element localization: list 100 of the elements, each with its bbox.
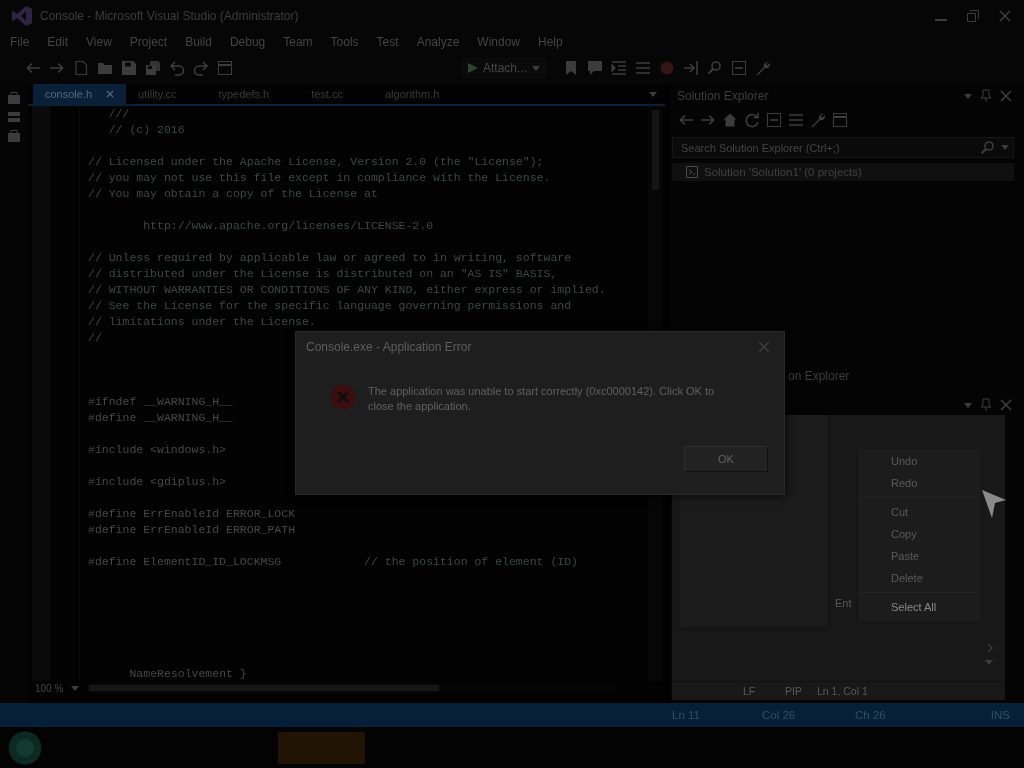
caret-icon[interactable] xyxy=(964,93,972,99)
start-orb-icon[interactable] xyxy=(8,730,42,765)
field-label: Ent xyxy=(835,597,852,609)
code-comment: http://www.apache.org/licenses/LICENSE-2.0 xyxy=(143,218,434,234)
code-comment: // See the License for the specific language governing permissions and xyxy=(88,298,572,314)
error-icon xyxy=(330,384,356,410)
close-icon[interactable] xyxy=(1000,90,1012,102)
menu-item[interactable]: Help xyxy=(538,35,563,49)
code-line: #define __WARNING_H__ xyxy=(88,410,233,426)
menu-item[interactable]: Window xyxy=(477,35,520,49)
status-text: Ln 1, Col 1 xyxy=(817,685,869,697)
search-field[interactable]: Search Solution Explorer (Ctrl+;) xyxy=(672,137,1014,158)
caret-icon[interactable] xyxy=(964,402,972,408)
forward-arrow-icon[interactable] xyxy=(50,61,64,75)
code-comment: // you may not use this file except in compliance with the License. xyxy=(88,170,551,186)
editor-tab[interactable]: test.cc xyxy=(299,84,373,104)
dot-icon[interactable] xyxy=(660,61,675,75)
code-line: #include <gdiplus.h> xyxy=(88,474,227,490)
ok-button[interactable]: OK xyxy=(684,446,768,472)
close-icon[interactable] xyxy=(999,10,1011,22)
close-icon[interactable] xyxy=(758,341,770,353)
code-comment: // distributed under the License is distributed on an "AS IS" BASIS, xyxy=(88,266,558,282)
pin-icon[interactable] xyxy=(980,90,992,102)
toolbox-icon[interactable] xyxy=(8,92,20,104)
menu-item[interactable]: View xyxy=(86,35,112,49)
menu-item[interactable]: Tools xyxy=(330,35,359,49)
speech-bubble-icon[interactable] xyxy=(588,61,603,75)
minus-square-icon[interactable] xyxy=(732,61,747,75)
terminal-icon xyxy=(686,166,698,178)
code-comment: // Licensed under the Apache License, Version 2.0 (the "License"); xyxy=(88,154,544,170)
arrow-to-bar-icon[interactable] xyxy=(684,61,699,75)
editor-tab[interactable]: console.h xyxy=(33,84,127,104)
save-all-icon[interactable] xyxy=(146,61,160,75)
wrench-icon[interactable] xyxy=(811,113,825,127)
chevron-icon[interactable] xyxy=(988,644,993,652)
caret-icon[interactable] xyxy=(71,685,80,691)
redo-icon[interactable] xyxy=(194,61,208,75)
code-comment: // Unless required by applicable law or agreed to in writing, software xyxy=(88,250,572,266)
menu-item[interactable]: Team xyxy=(283,35,313,49)
bookmark-icon[interactable] xyxy=(564,61,579,75)
undo-icon[interactable] xyxy=(170,61,184,75)
menu-item[interactable]: Build xyxy=(185,35,212,49)
wrench-icon[interactable] xyxy=(756,61,771,75)
forward-arrow-icon[interactable] xyxy=(701,113,715,127)
code-comment: // the position of element (ID) xyxy=(364,554,578,570)
menu-item[interactable]: Debug xyxy=(229,35,266,49)
circular-arrow-icon[interactable] xyxy=(745,113,759,127)
panel-title: Solution Explorer xyxy=(677,89,769,103)
caret-icon xyxy=(532,65,541,71)
close-icon[interactable] xyxy=(1000,399,1012,411)
home-icon[interactable] xyxy=(723,113,737,127)
window-icon[interactable] xyxy=(833,113,847,127)
folder-icon[interactable] xyxy=(98,61,112,75)
restore-icon[interactable] xyxy=(967,10,979,22)
panel-tab[interactable]: on Explorer xyxy=(788,369,850,383)
lines-icon[interactable] xyxy=(636,61,651,75)
lines-icon[interactable] xyxy=(789,113,803,127)
caret-icon[interactable] xyxy=(985,660,993,665)
zoom-level[interactable]: 100 % xyxy=(35,682,64,694)
taskbar-button[interactable] xyxy=(278,731,365,764)
menu-item[interactable]: Select All xyxy=(858,596,980,618)
code-comment: // WITHOUT WARRANTIES OR CONDITIONS OF ANY KIND, either express or implied. xyxy=(88,282,606,298)
code-line: #define ErrEnableId ERROR_LOCK xyxy=(88,506,296,522)
back-arrow-icon[interactable] xyxy=(679,113,693,127)
menu-item[interactable]: Edit xyxy=(47,35,69,49)
pin-icon[interactable] xyxy=(980,399,992,411)
indent-icon[interactable] xyxy=(612,61,627,75)
attach-button[interactable]: Attach... xyxy=(462,58,547,78)
search-icon[interactable] xyxy=(981,141,995,154)
code-comment: // You may obtain a copy of the License at xyxy=(88,186,378,202)
code-line: #ifndef __WARNING_H__ xyxy=(88,394,233,410)
vs-logo-icon xyxy=(12,6,32,26)
code-line: #define ElementID_ID_LOCKMSG xyxy=(88,554,282,570)
menu-item[interactable]: Test xyxy=(376,35,399,49)
code-line: NameResolvement } xyxy=(129,666,247,681)
close-icon[interactable] xyxy=(106,90,115,98)
back-arrow-icon[interactable] xyxy=(26,61,40,75)
code-comment: // limitations under the License. xyxy=(88,314,316,330)
code-comment: // (c) 2016 xyxy=(108,122,185,138)
status-text: LF xyxy=(743,685,757,697)
toolbox-icon[interactable] xyxy=(8,130,20,142)
status-text: PIP xyxy=(785,685,803,697)
error-message: The application was unable to start correctly (0xc0000142). Click OK to close the application. xyxy=(368,384,716,414)
save-icon[interactable] xyxy=(122,61,136,75)
mouse-pointer-icon xyxy=(982,490,1006,518)
minus-square-icon[interactable] xyxy=(767,113,781,127)
stack-icon[interactable] xyxy=(8,112,20,122)
menu-item[interactable]: Project xyxy=(129,35,168,49)
search-icon[interactable] xyxy=(708,61,723,75)
editor-tab[interactable]: typedefs.h xyxy=(206,84,300,104)
code-line: #include <windows.h> xyxy=(88,442,227,458)
code-line: #define ErrEnableId ERROR_PATH xyxy=(88,522,296,538)
code-comment: // xyxy=(88,330,102,346)
caret-icon[interactable] xyxy=(649,91,657,97)
menu-item[interactable]: Analyze xyxy=(416,35,460,49)
code-comment: /// xyxy=(108,106,130,122)
new-file-icon[interactable] xyxy=(74,61,88,75)
menu-item[interactable]: File xyxy=(10,35,30,49)
caret-icon[interactable] xyxy=(1001,145,1009,150)
window-icon[interactable] xyxy=(218,61,232,75)
